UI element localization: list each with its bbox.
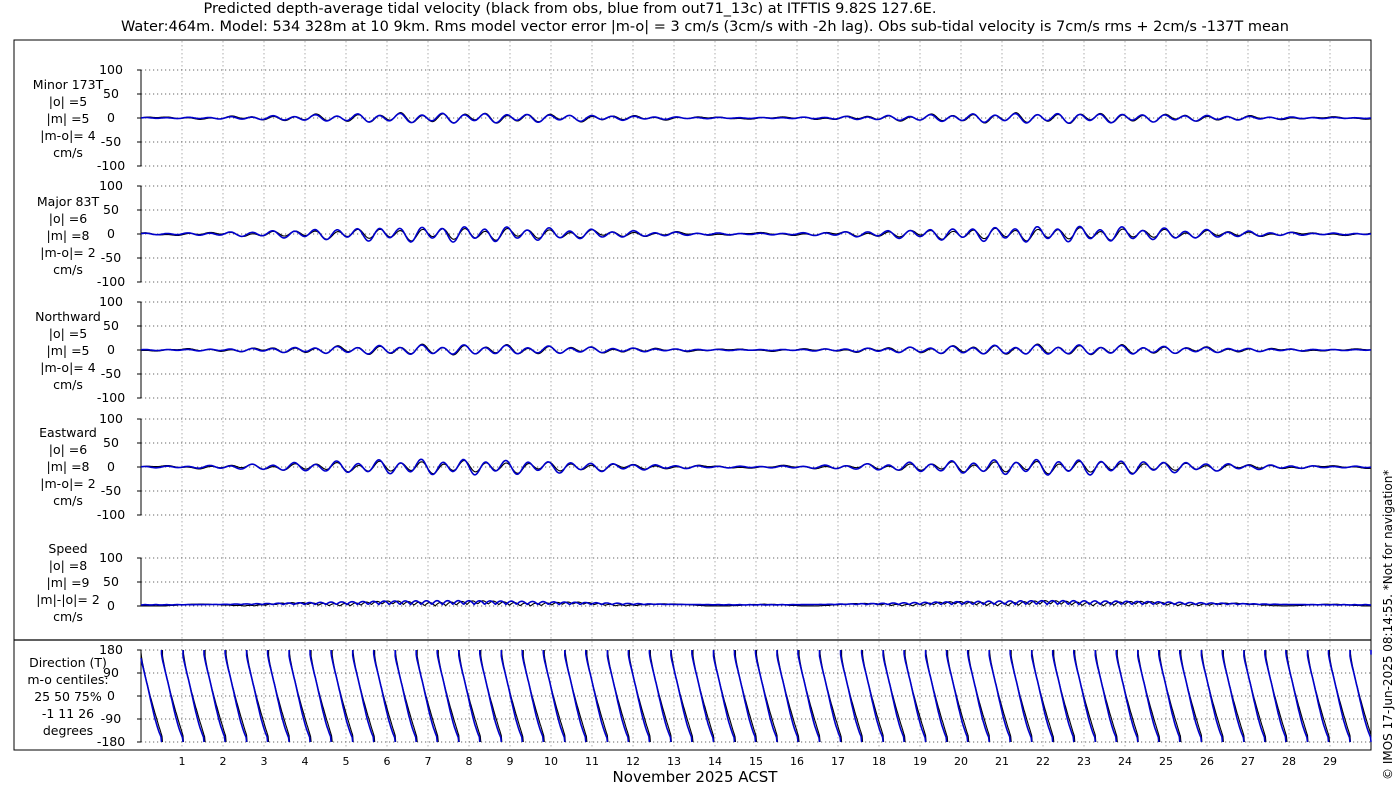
panel-label-line: cm/s <box>53 609 83 624</box>
y-tick-label: -100 <box>97 507 125 522</box>
x-tick-label: 6 <box>384 755 391 768</box>
panel-label-line: |m-o|= 4 <box>40 128 96 143</box>
x-tick-label: 17 <box>831 755 845 768</box>
panel-label-line: |m| =8 <box>46 459 90 474</box>
panel-label-line: Eastward <box>39 425 97 440</box>
x-tick-label: 11 <box>585 755 599 768</box>
x-tick-label: 20 <box>954 755 968 768</box>
y-tick-label: 100 <box>99 294 123 309</box>
panel-label-line: Major 83T <box>36 194 100 209</box>
x-tick-label: 29 <box>1323 755 1337 768</box>
x-tick-label: 16 <box>790 755 804 768</box>
panel-label-line: |o| =5 <box>48 94 88 109</box>
x-tick-label: 23 <box>1077 755 1091 768</box>
panel-label-line: |o| =8 <box>48 558 88 573</box>
panel-label-line: |m-o|= 4 <box>40 360 96 375</box>
panel-label-major: Major 83T |o| =6 |m| =8 |m-o|= 2 cm/s <box>14 193 122 278</box>
panel-label-line: cm/s <box>53 377 83 392</box>
panel-label-north: Northward |o| =5 |m| =5 |m-o|= 4 cm/s <box>14 308 122 393</box>
x-tick-label: 7 <box>425 755 432 768</box>
chart-title-line-2: Water:464m. Model: 534 328m at 10 9km. R… <box>120 19 1289 35</box>
x-tick-label: 27 <box>1241 755 1255 768</box>
panel-label-line: m-o centiles: <box>27 672 109 687</box>
x-axis-label: November 2025 ACST <box>612 768 778 786</box>
x-tick-label: 25 <box>1159 755 1173 768</box>
x-tick-label: 24 <box>1118 755 1132 768</box>
panel-label-line: |m| =5 <box>46 111 90 126</box>
panel-label-line: -1 11 26 <box>41 706 95 721</box>
x-tick-label: 3 <box>261 755 268 768</box>
panel-label-line: 25 50 75% <box>34 689 102 704</box>
x-tick-label: 5 <box>343 755 350 768</box>
panel-label-line: |m| =8 <box>46 228 90 243</box>
figure-frame <box>13 39 1372 751</box>
panel-label-line: |m| =9 <box>46 575 90 590</box>
copyright-notice: © IMOS 17-Jun-2025 08:14:55. *Not for na… <box>1381 469 1395 780</box>
panel-label-line: |o| =6 <box>48 442 88 457</box>
panel-label-line: cm/s <box>53 493 83 508</box>
x-tick-label: 26 <box>1200 755 1214 768</box>
panel-label-line: Direction (T) <box>29 655 107 670</box>
x-tick-label: 2 <box>220 755 227 768</box>
y-tick-label: 100 <box>99 178 123 193</box>
panel-label-line: |m| =5 <box>46 343 90 358</box>
x-tick-label: 21 <box>995 755 1009 768</box>
panel-label-line: |o| =6 <box>48 211 88 226</box>
panel-label-line: |m-o|= 2 <box>40 476 96 491</box>
panel-label-line: Minor 173T <box>32 77 104 92</box>
x-tick-label: 14 <box>708 755 722 768</box>
y-tick-label: 100 <box>99 62 123 77</box>
panel-label-line: degrees <box>42 723 94 738</box>
x-tick-label: 12 <box>626 755 640 768</box>
x-tick-label: 28 <box>1282 755 1296 768</box>
panel-label-line: Speed <box>48 541 88 556</box>
x-tick-label: 1 <box>179 755 186 768</box>
panel-label-line: cm/s <box>53 262 83 277</box>
x-tick-label: 4 <box>302 755 309 768</box>
x-tick-label: 19 <box>913 755 927 768</box>
tidal-velocity-figure: 1 2 3 4 5 6 7 8 9 10 11 12 13 14 15 16 17 18 19 20 21 22 23 24 2… <box>13 39 1372 768</box>
panel-label-line: |m|-|o|= 2 <box>36 592 100 607</box>
panel-label-direction: Direction (T) m-o centiles: 25 50 75% -1 11… <box>14 654 122 739</box>
panel-label-line: Northward <box>35 309 101 324</box>
x-tick-label: 15 <box>749 755 763 768</box>
panel-label-line: |o| =5 <box>48 326 88 341</box>
x-tick-label: 18 <box>872 755 886 768</box>
x-tick-label: 9 <box>507 755 514 768</box>
chart-title-line-1: Predicted depth-average tidal velocity (… <box>203 1 937 17</box>
x-tick-label: 8 <box>466 755 473 768</box>
x-tick-label: 13 <box>667 755 681 768</box>
panel-label-line: |m-o|= 2 <box>40 245 96 260</box>
panel-label-east: Eastward |o| =6 |m| =8 |m-o|= 2 cm/s <box>14 424 122 509</box>
panel-label-speed: Speed |o| =8 |m| =9 |m|-|o|= 2 cm/s <box>14 540 122 625</box>
panel-label-minor: Minor 173T |o| =5 |m| =5 |m-o|= 4 cm/s <box>14 76 122 161</box>
x-tick-label: 22 <box>1036 755 1050 768</box>
panel-label-line: cm/s <box>53 145 83 160</box>
x-tick-label: 10 <box>544 755 558 768</box>
